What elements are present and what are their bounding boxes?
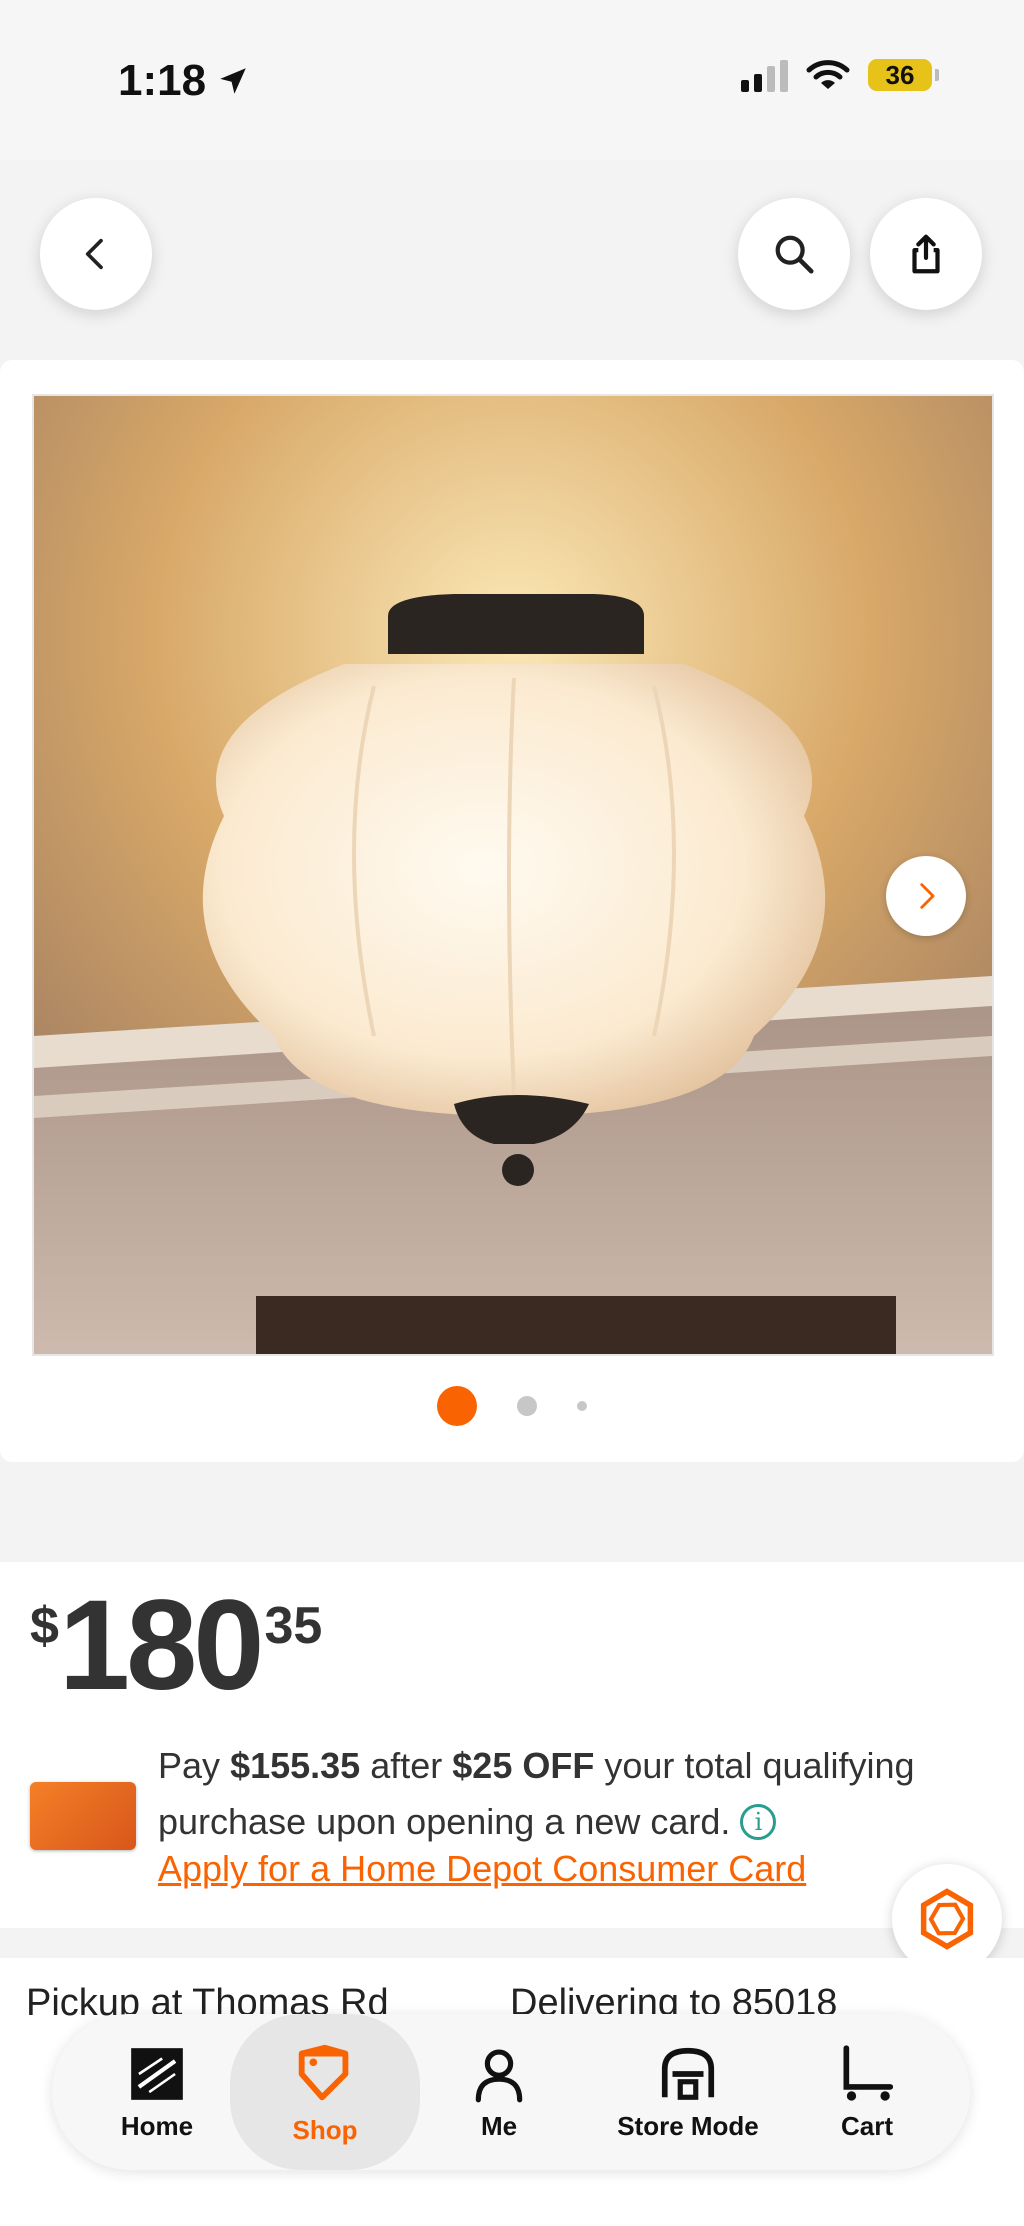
tab-store-mode-label: Store Mode bbox=[617, 2110, 759, 2141]
promo-amount: $155.35 bbox=[230, 1745, 361, 1786]
back-button[interactable] bbox=[40, 198, 152, 310]
home-depot-logo-icon bbox=[131, 2047, 183, 2100]
search-icon bbox=[775, 235, 814, 274]
credit-card-image bbox=[30, 1782, 136, 1850]
status-icons: 36 bbox=[741, 58, 939, 92]
tab-home[interactable]: Home bbox=[92, 2014, 222, 2170]
gallery-dot[interactable] bbox=[517, 1396, 537, 1416]
gallery-pagination bbox=[0, 1386, 1024, 1426]
store-icon bbox=[661, 2047, 715, 2100]
apply-card-link[interactable]: Apply for a Home Depot Consumer Card bbox=[158, 1848, 806, 1890]
promo-after-label: after bbox=[370, 1745, 443, 1786]
product-price: $ 180 35 bbox=[30, 1582, 322, 1710]
search-button[interactable] bbox=[738, 198, 850, 310]
chevron-right-icon bbox=[920, 883, 935, 909]
price-dollars: 180 bbox=[58, 1574, 265, 1717]
bottom-tab-bar: Home Shop Me Store Mode Cart bbox=[52, 2014, 970, 2170]
location-arrow-icon bbox=[220, 68, 246, 94]
promo-pay-label: Pay bbox=[158, 1745, 221, 1786]
battery-indicator: 36 bbox=[868, 59, 939, 91]
promo-discount: $25 OFF bbox=[452, 1745, 595, 1786]
promo-text: Pay $155.35 after $25 OFF your total qua… bbox=[158, 1738, 958, 1850]
wifi-icon bbox=[806, 60, 850, 89]
hexagon-assistant-icon bbox=[920, 1888, 974, 1950]
status-bar: 1:18 36 bbox=[0, 0, 1024, 160]
tab-shop-label: Shop bbox=[292, 2114, 358, 2145]
share-button[interactable] bbox=[870, 198, 982, 310]
tab-cart[interactable]: Cart bbox=[812, 2014, 922, 2170]
cellular-signal-icon bbox=[741, 58, 788, 92]
tab-cart-label: Cart bbox=[840, 2110, 893, 2141]
time-text: 1:18 bbox=[118, 56, 207, 105]
cart-icon bbox=[843, 2044, 894, 2101]
info-icon[interactable]: i bbox=[740, 1804, 777, 1840]
tab-me[interactable]: Me bbox=[444, 2014, 554, 2170]
chevron-left-icon bbox=[85, 238, 103, 270]
gallery-dot[interactable] bbox=[577, 1401, 587, 1411]
tab-me-label: Me bbox=[480, 2110, 518, 2141]
product-image[interactable] bbox=[32, 394, 994, 1356]
gallery-dot-active[interactable] bbox=[437, 1386, 477, 1426]
price-cents: 35 bbox=[264, 1597, 323, 1655]
person-icon bbox=[475, 2048, 523, 2102]
share-icon bbox=[912, 234, 940, 274]
next-image-button[interactable] bbox=[886, 856, 966, 936]
tab-home-label: Home bbox=[120, 2110, 194, 2141]
shop-tag-icon bbox=[298, 2044, 349, 2100]
tab-store-mode[interactable]: Store Mode bbox=[588, 2014, 788, 2170]
battery-level: 36 bbox=[885, 59, 915, 90]
tab-shop[interactable]: Shop bbox=[230, 2014, 420, 2170]
status-time: 1:18 bbox=[118, 56, 250, 106]
ceiling-light-photo bbox=[34, 396, 992, 1354]
price-currency: $ bbox=[30, 1597, 59, 1655]
